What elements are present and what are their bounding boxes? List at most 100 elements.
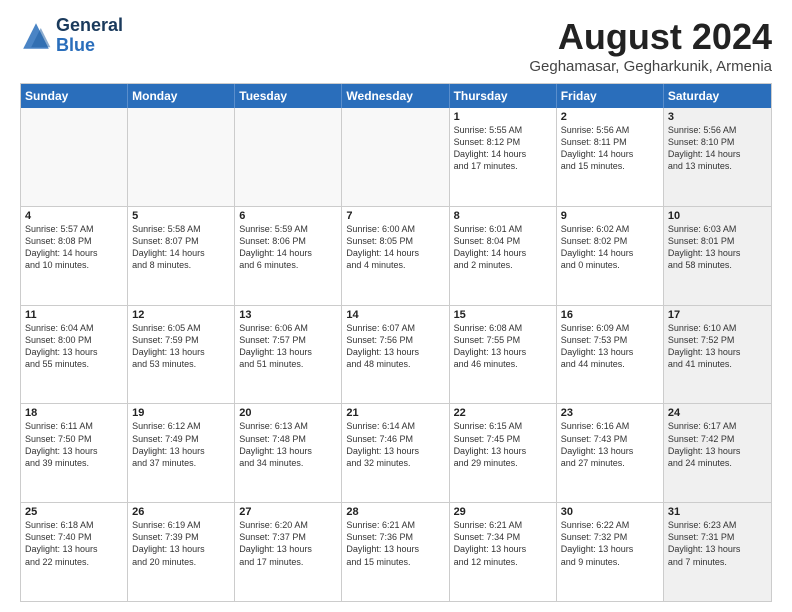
day-info: Sunrise: 5:56 AM Sunset: 8:11 PM Dayligh… xyxy=(561,124,659,173)
title-block: August 2024 Geghamasar, Gegharkunik, Arm… xyxy=(529,16,772,75)
day-number: 15 xyxy=(454,309,552,321)
day-info: Sunrise: 5:55 AM Sunset: 8:12 PM Dayligh… xyxy=(454,124,552,173)
day-info: Sunrise: 6:02 AM Sunset: 8:02 PM Dayligh… xyxy=(561,223,659,272)
day-number: 9 xyxy=(561,210,659,222)
day-cell: 15Sunrise: 6:08 AM Sunset: 7:55 PM Dayli… xyxy=(450,306,557,404)
day-number: 31 xyxy=(668,506,767,518)
day-cell: 9Sunrise: 6:02 AM Sunset: 8:02 PM Daylig… xyxy=(557,207,664,305)
day-number: 21 xyxy=(346,407,444,419)
week-row-1: 1Sunrise: 5:55 AM Sunset: 8:12 PM Daylig… xyxy=(21,108,771,207)
day-number: 23 xyxy=(561,407,659,419)
logo-text: General Blue xyxy=(56,16,123,56)
header: General Blue August 2024 Geghamasar, Geg… xyxy=(20,16,772,75)
day-cell: 20Sunrise: 6:13 AM Sunset: 7:48 PM Dayli… xyxy=(235,404,342,502)
day-cell: 13Sunrise: 6:06 AM Sunset: 7:57 PM Dayli… xyxy=(235,306,342,404)
day-info: Sunrise: 6:23 AM Sunset: 7:31 PM Dayligh… xyxy=(668,519,767,568)
day-cell: 5Sunrise: 5:58 AM Sunset: 8:07 PM Daylig… xyxy=(128,207,235,305)
day-cell: 16Sunrise: 6:09 AM Sunset: 7:53 PM Dayli… xyxy=(557,306,664,404)
day-info: Sunrise: 6:14 AM Sunset: 7:46 PM Dayligh… xyxy=(346,420,444,469)
day-info: Sunrise: 6:16 AM Sunset: 7:43 PM Dayligh… xyxy=(561,420,659,469)
day-info: Sunrise: 6:06 AM Sunset: 7:57 PM Dayligh… xyxy=(239,322,337,371)
day-cell: 31Sunrise: 6:23 AM Sunset: 7:31 PM Dayli… xyxy=(664,503,771,601)
subtitle: Geghamasar, Gegharkunik, Armenia xyxy=(529,58,772,75)
day-number: 11 xyxy=(25,309,123,321)
day-cell: 6Sunrise: 5:59 AM Sunset: 8:06 PM Daylig… xyxy=(235,207,342,305)
day-number: 3 xyxy=(668,111,767,123)
logo-line2: Blue xyxy=(56,36,123,56)
day-info: Sunrise: 6:10 AM Sunset: 7:52 PM Dayligh… xyxy=(668,322,767,371)
day-cell: 29Sunrise: 6:21 AM Sunset: 7:34 PM Dayli… xyxy=(450,503,557,601)
day-info: Sunrise: 6:18 AM Sunset: 7:40 PM Dayligh… xyxy=(25,519,123,568)
calendar: SundayMondayTuesdayWednesdayThursdayFrid… xyxy=(20,83,772,602)
day-info: Sunrise: 6:08 AM Sunset: 7:55 PM Dayligh… xyxy=(454,322,552,371)
day-number: 14 xyxy=(346,309,444,321)
day-cell xyxy=(235,108,342,206)
day-info: Sunrise: 6:21 AM Sunset: 7:34 PM Dayligh… xyxy=(454,519,552,568)
day-cell: 27Sunrise: 6:20 AM Sunset: 7:37 PM Dayli… xyxy=(235,503,342,601)
day-info: Sunrise: 5:56 AM Sunset: 8:10 PM Dayligh… xyxy=(668,124,767,173)
day-number: 7 xyxy=(346,210,444,222)
day-info: Sunrise: 6:13 AM Sunset: 7:48 PM Dayligh… xyxy=(239,420,337,469)
day-number: 18 xyxy=(25,407,123,419)
day-info: Sunrise: 6:22 AM Sunset: 7:32 PM Dayligh… xyxy=(561,519,659,568)
day-header-friday: Friday xyxy=(557,84,664,108)
day-cell: 28Sunrise: 6:21 AM Sunset: 7:36 PM Dayli… xyxy=(342,503,449,601)
day-number: 19 xyxy=(132,407,230,419)
day-header-sunday: Sunday xyxy=(21,84,128,108)
day-number: 16 xyxy=(561,309,659,321)
day-info: Sunrise: 5:58 AM Sunset: 8:07 PM Dayligh… xyxy=(132,223,230,272)
day-cell: 30Sunrise: 6:22 AM Sunset: 7:32 PM Dayli… xyxy=(557,503,664,601)
day-header-wednesday: Wednesday xyxy=(342,84,449,108)
day-header-thursday: Thursday xyxy=(450,84,557,108)
logo-line1: General xyxy=(56,16,123,36)
day-number: 24 xyxy=(668,407,767,419)
day-number: 4 xyxy=(25,210,123,222)
day-info: Sunrise: 6:19 AM Sunset: 7:39 PM Dayligh… xyxy=(132,519,230,568)
day-number: 28 xyxy=(346,506,444,518)
day-info: Sunrise: 6:21 AM Sunset: 7:36 PM Dayligh… xyxy=(346,519,444,568)
day-cell: 22Sunrise: 6:15 AM Sunset: 7:45 PM Dayli… xyxy=(450,404,557,502)
day-cell: 2Sunrise: 5:56 AM Sunset: 8:11 PM Daylig… xyxy=(557,108,664,206)
day-info: Sunrise: 6:20 AM Sunset: 7:37 PM Dayligh… xyxy=(239,519,337,568)
day-info: Sunrise: 5:57 AM Sunset: 8:08 PM Dayligh… xyxy=(25,223,123,272)
day-header-saturday: Saturday xyxy=(664,84,771,108)
day-number: 2 xyxy=(561,111,659,123)
day-number: 6 xyxy=(239,210,337,222)
day-number: 27 xyxy=(239,506,337,518)
day-header-tuesday: Tuesday xyxy=(235,84,342,108)
day-info: Sunrise: 6:03 AM Sunset: 8:01 PM Dayligh… xyxy=(668,223,767,272)
day-info: Sunrise: 6:07 AM Sunset: 7:56 PM Dayligh… xyxy=(346,322,444,371)
day-cell xyxy=(21,108,128,206)
day-info: Sunrise: 6:15 AM Sunset: 7:45 PM Dayligh… xyxy=(454,420,552,469)
day-number: 5 xyxy=(132,210,230,222)
day-cell: 21Sunrise: 6:14 AM Sunset: 7:46 PM Dayli… xyxy=(342,404,449,502)
week-row-5: 25Sunrise: 6:18 AM Sunset: 7:40 PM Dayli… xyxy=(21,503,771,601)
day-number: 30 xyxy=(561,506,659,518)
day-cell: 8Sunrise: 6:01 AM Sunset: 8:04 PM Daylig… xyxy=(450,207,557,305)
day-info: Sunrise: 6:17 AM Sunset: 7:42 PM Dayligh… xyxy=(668,420,767,469)
day-cell: 4Sunrise: 5:57 AM Sunset: 8:08 PM Daylig… xyxy=(21,207,128,305)
day-number: 25 xyxy=(25,506,123,518)
day-number: 29 xyxy=(454,506,552,518)
day-headers: SundayMondayTuesdayWednesdayThursdayFrid… xyxy=(21,84,771,108)
day-header-monday: Monday xyxy=(128,84,235,108)
week-row-2: 4Sunrise: 5:57 AM Sunset: 8:08 PM Daylig… xyxy=(21,207,771,306)
day-cell xyxy=(342,108,449,206)
week-row-4: 18Sunrise: 6:11 AM Sunset: 7:50 PM Dayli… xyxy=(21,404,771,503)
day-cell: 23Sunrise: 6:16 AM Sunset: 7:43 PM Dayli… xyxy=(557,404,664,502)
logo-icon xyxy=(20,20,52,52)
day-info: Sunrise: 6:09 AM Sunset: 7:53 PM Dayligh… xyxy=(561,322,659,371)
day-cell: 3Sunrise: 5:56 AM Sunset: 8:10 PM Daylig… xyxy=(664,108,771,206)
calendar-body: 1Sunrise: 5:55 AM Sunset: 8:12 PM Daylig… xyxy=(21,108,771,601)
day-info: Sunrise: 6:00 AM Sunset: 8:05 PM Dayligh… xyxy=(346,223,444,272)
day-number: 10 xyxy=(668,210,767,222)
day-info: Sunrise: 6:01 AM Sunset: 8:04 PM Dayligh… xyxy=(454,223,552,272)
day-number: 1 xyxy=(454,111,552,123)
day-number: 20 xyxy=(239,407,337,419)
day-cell: 10Sunrise: 6:03 AM Sunset: 8:01 PM Dayli… xyxy=(664,207,771,305)
page: General Blue August 2024 Geghamasar, Geg… xyxy=(0,0,792,612)
day-number: 17 xyxy=(668,309,767,321)
day-cell: 18Sunrise: 6:11 AM Sunset: 7:50 PM Dayli… xyxy=(21,404,128,502)
day-number: 26 xyxy=(132,506,230,518)
day-cell: 25Sunrise: 6:18 AM Sunset: 7:40 PM Dayli… xyxy=(21,503,128,601)
